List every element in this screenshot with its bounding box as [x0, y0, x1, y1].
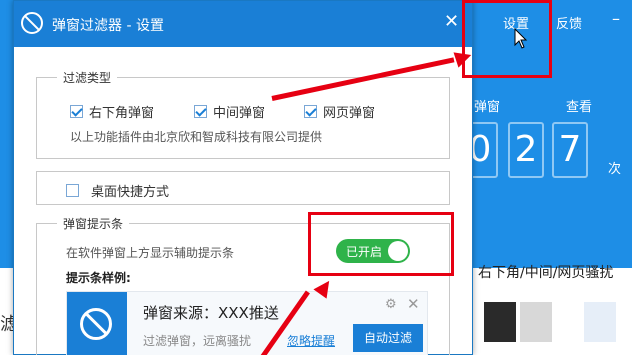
dialog-title: 弹窗过滤器 - 设置 — [52, 18, 164, 34]
close-icon[interactable]: ✕ — [444, 11, 459, 32]
desktop-shortcut-option[interactable]: 桌面快捷方式 — [66, 181, 169, 200]
minimize-icon[interactable]: – — [612, 9, 620, 28]
ignore-reminder-link[interactable]: 忽略提醒 — [287, 332, 335, 349]
checkbox-checked-icon[interactable] — [304, 105, 317, 118]
popup-count-label: 弹窗 — [474, 100, 501, 115]
filter-description: 右下角/中间/网页骚扰 — [478, 265, 614, 281]
settings-dialog: 弹窗过滤器 - 设置 ✕ 过滤类型 右下角弹窗 中间弹窗 网页弹窗 以上功能插件… — [13, 0, 473, 355]
settings-highlight-box — [462, 0, 552, 78]
dialog-title-bar: 弹窗过滤器 - 设置 ✕ — [14, 1, 472, 47]
thumbnail-image — [584, 302, 616, 342]
filter-option-center[interactable]: 中间弹窗 — [194, 102, 265, 121]
auto-filter-button[interactable]: 自动过滤 — [353, 324, 423, 352]
sample-title: 弹窗来源：XXX推送 — [143, 304, 279, 322]
filter-types-heading: 过滤类型 — [57, 69, 118, 86]
block-icon — [21, 12, 43, 34]
counter-unit: 次 — [608, 162, 622, 177]
filter-option-web[interactable]: 网页弹窗 — [304, 102, 375, 121]
checkbox-checked-icon[interactable] — [70, 105, 83, 118]
popup-tip-bar-heading: 弹窗提示条 — [57, 215, 130, 232]
toggle-highlight-box — [308, 212, 454, 276]
counter-digit: 7 — [552, 122, 588, 178]
close-icon[interactable]: ✕ — [407, 295, 420, 313]
sample-block-icon — [67, 292, 127, 355]
sample-subtitle: 过滤弹窗，远离骚扰 — [143, 334, 252, 348]
tip-bar-description: 在软件弹窗上方显示辅助提示条 — [66, 246, 235, 260]
tip-bar-sample: 弹窗来源：XXX推送 过滤弹窗，远离骚扰 忽略提醒 自动过滤 ⚙ ✕ — [66, 291, 428, 355]
gear-icon[interactable]: ⚙ — [385, 297, 397, 312]
view-link[interactable]: 查看 — [566, 96, 592, 115]
filter-option-bottom-right[interactable]: 右下角弹窗 — [70, 102, 154, 121]
mouse-cursor-icon — [514, 28, 528, 49]
checkbox-checked-icon[interactable] — [194, 105, 207, 118]
feedback-menu-item[interactable]: 反馈 — [556, 13, 582, 32]
sample-heading: 提示条样例: — [66, 271, 131, 285]
thumbnail-image — [484, 302, 516, 342]
checkbox-unchecked-icon[interactable] — [66, 184, 79, 197]
provider-note: 以上功能插件由北京欣和智成科技有限公司提供 — [70, 130, 323, 144]
thumbnail-image — [520, 302, 552, 342]
counter-digit: 2 — [508, 122, 544, 178]
